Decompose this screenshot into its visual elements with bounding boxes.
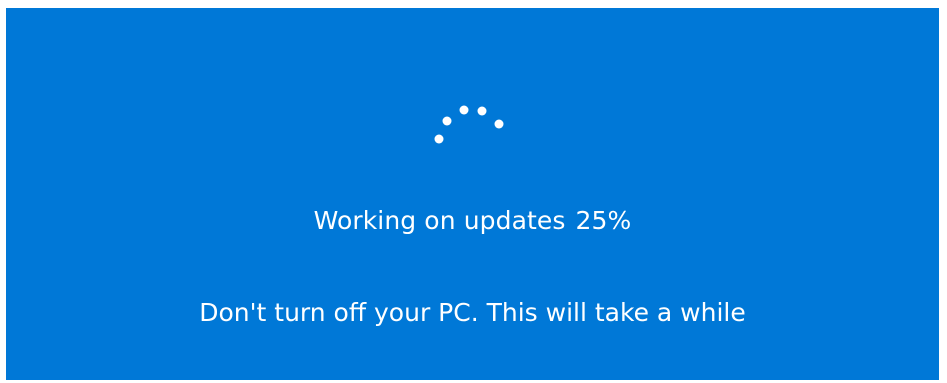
update-screen: Working on updates 25% Don't turn off you… bbox=[6, 8, 939, 380]
status-message: Working on updates bbox=[313, 206, 566, 235]
spinner-dot bbox=[434, 134, 444, 144]
warning-message: Don't turn off your PC. This will take a… bbox=[199, 298, 746, 327]
spinner-dot bbox=[442, 116, 452, 126]
progress-percent: 25% bbox=[575, 206, 632, 235]
spinner-dot bbox=[459, 105, 469, 115]
update-status: Working on updates 25% bbox=[6, 206, 939, 235]
spinner-dot bbox=[477, 106, 487, 116]
spinner-dot bbox=[494, 119, 504, 129]
